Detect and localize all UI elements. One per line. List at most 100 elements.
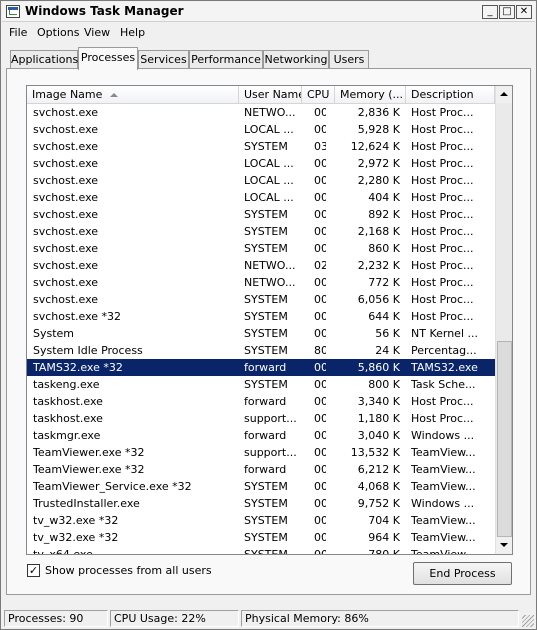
tab-processes[interactable]: Processes bbox=[78, 47, 138, 70]
tab-strip: Applications Processes Services Performa… bbox=[1, 47, 536, 70]
process-row[interactable]: tv_x64.exe SYSTEM 00 780 K TeamView... bbox=[27, 546, 495, 554]
process-row[interactable]: svchost.exe SYSTEM 00 6,056 K Host Proc... bbox=[27, 291, 495, 308]
process-cpu: 00 bbox=[314, 480, 326, 493]
close-button[interactable]: ✕ bbox=[516, 5, 532, 19]
process-description: TeamView... bbox=[411, 531, 476, 544]
process-row[interactable]: svchost.exe LOCAL ... 00 5,928 K Host Proc..… bbox=[27, 121, 495, 138]
scrollbar-thumb[interactable] bbox=[497, 341, 512, 537]
tab-performance[interactable]: Performance bbox=[189, 50, 263, 69]
menu-options[interactable]: Options bbox=[37, 26, 79, 39]
column-header-description[interactable]: Description bbox=[406, 86, 495, 104]
menu-file[interactable]: File bbox=[9, 26, 27, 39]
process-row[interactable]: TeamViewer_Service.exe *32 SYSTEM 00 4,068 … bbox=[27, 478, 495, 495]
process-description: Host Proc... bbox=[411, 293, 474, 306]
process-row[interactable]: svchost.exe SYSTEM 00 860 K Host Proc... bbox=[27, 240, 495, 257]
minimize-button[interactable]: _ bbox=[482, 5, 498, 19]
process-row[interactable]: svchost.exe SYSTEM 00 2,168 K Host Proc... bbox=[27, 223, 495, 240]
process-memory: 704 K bbox=[368, 514, 400, 527]
process-memory: 860 K bbox=[368, 242, 400, 255]
process-description: Percentag... bbox=[411, 344, 477, 357]
scroll-up-button[interactable] bbox=[496, 86, 512, 103]
process-image-name: taskhost.exe bbox=[33, 412, 103, 425]
process-memory: 892 K bbox=[368, 208, 400, 221]
process-row[interactable]: TeamViewer.exe *32 forward 00 6,212 K TeamVi… bbox=[27, 461, 495, 478]
process-row[interactable]: tv_w32.exe *32 SYSTEM 00 964 K TeamView... bbox=[27, 529, 495, 546]
tab-applications[interactable]: Applications bbox=[10, 50, 78, 69]
tab-networking[interactable]: Networking bbox=[263, 50, 329, 69]
process-cpu: 00 bbox=[314, 412, 326, 425]
process-user-name: SYSTEM bbox=[244, 344, 288, 357]
process-cpu: 00 bbox=[314, 123, 326, 136]
resize-grip-icon[interactable] bbox=[522, 615, 534, 627]
process-row[interactable]: svchost.exe NETWO... 00 772 K Host Proc... bbox=[27, 274, 495, 291]
status-cpu-usage: CPU Usage: 22% bbox=[110, 610, 239, 627]
process-image-name: svchost.exe bbox=[33, 123, 99, 136]
process-row[interactable]: tv_w32.exe *32 SYSTEM 00 704 K TeamView... bbox=[27, 512, 495, 529]
process-description: TeamView... bbox=[411, 480, 476, 493]
process-row[interactable]: svchost.exe *32 SYSTEM 00 644 K Host Proc... bbox=[27, 308, 495, 325]
tab-services[interactable]: Services bbox=[138, 50, 189, 69]
vertical-scrollbar[interactable] bbox=[495, 86, 512, 554]
scroll-down-button[interactable] bbox=[496, 537, 512, 554]
process-row[interactable]: System SYSTEM 00 56 K NT Kernel ... bbox=[27, 325, 495, 342]
process-description: Host Proc... bbox=[411, 208, 474, 221]
process-row[interactable]: svchost.exe LOCAL ... 00 404 K Host Proc... bbox=[27, 189, 495, 206]
process-memory: 404 K bbox=[368, 191, 400, 204]
process-memory: 9,752 K bbox=[357, 497, 400, 510]
process-user-name: LOCAL ... bbox=[244, 123, 294, 136]
process-cpu: 00 bbox=[314, 446, 326, 459]
process-image-name: taskeng.exe bbox=[33, 378, 100, 391]
column-header-image-name[interactable]: Image Name bbox=[27, 86, 239, 104]
process-description: Host Proc... bbox=[411, 140, 474, 153]
process-user-name: LOCAL ... bbox=[244, 157, 294, 170]
process-row[interactable]: svchost.exe LOCAL ... 00 2,972 K Host Proc..… bbox=[27, 155, 495, 172]
scroll-up-arrow-icon bbox=[500, 92, 508, 96]
process-row[interactable]: svchost.exe NETWO... 00 2,836 K Host Proc... bbox=[27, 104, 495, 121]
process-list[interactable]: Image Name User Name CPU Memory (... Des… bbox=[26, 85, 513, 555]
process-row[interactable]: svchost.exe SYSTEM 00 892 K Host Proc... bbox=[27, 206, 495, 223]
column-header-memory[interactable]: Memory (... bbox=[335, 86, 406, 104]
title-bar[interactable]: Windows Task Manager _ □ ✕ bbox=[2, 2, 535, 22]
process-user-name: SYSTEM bbox=[244, 497, 288, 510]
process-description: Host Proc... bbox=[411, 225, 474, 238]
process-description: Host Proc... bbox=[411, 174, 474, 187]
menu-help[interactable]: Help bbox=[120, 26, 145, 39]
process-cpu: 00 bbox=[314, 463, 326, 476]
process-memory: 2,280 K bbox=[357, 174, 400, 187]
process-image-name: System Idle Process bbox=[33, 344, 143, 357]
process-cpu: 00 bbox=[314, 242, 326, 255]
process-row[interactable]: taskhost.exe forward 00 3,340 K Host Proc... bbox=[27, 393, 495, 410]
process-user-name: SYSTEM bbox=[244, 208, 288, 221]
maximize-button[interactable]: □ bbox=[499, 5, 515, 19]
process-memory: 5,860 K bbox=[357, 361, 400, 374]
process-row[interactable]: svchost.exe LOCAL ... 00 2,280 K Host Proc..… bbox=[27, 172, 495, 189]
process-cpu: 00 bbox=[314, 174, 326, 187]
process-row[interactable]: TrustedInstaller.exe SYSTEM 00 9,752 K Windo… bbox=[27, 495, 495, 512]
process-image-name: TeamViewer_Service.exe *32 bbox=[33, 480, 192, 493]
task-manager-app-icon bbox=[6, 5, 20, 18]
column-header-cpu[interactable]: CPU bbox=[302, 86, 335, 104]
menu-view[interactable]: View bbox=[84, 26, 110, 39]
process-row[interactable]: TAMS32.exe *32 forward 00 5,860 K TAMS32.exe bbox=[27, 359, 495, 376]
tab-users[interactable]: Users bbox=[329, 50, 369, 69]
column-header-row: Image Name User Name CPU Memory (... Des… bbox=[27, 86, 495, 104]
process-row[interactable]: taskmgr.exe forward 00 3,040 K Windows ... bbox=[27, 427, 495, 444]
process-description: Windows ... bbox=[411, 429, 475, 442]
process-description: Host Proc... bbox=[411, 310, 474, 323]
process-memory: 772 K bbox=[368, 276, 400, 289]
task-manager-window: Windows Task Manager _ □ ✕ File Options … bbox=[0, 0, 537, 630]
process-cpu: 00 bbox=[314, 225, 326, 238]
process-memory: 2,972 K bbox=[357, 157, 400, 170]
process-row[interactable]: svchost.exe SYSTEM 03 12,624 K Host Proc... bbox=[27, 138, 495, 155]
process-row[interactable]: System Idle Process SYSTEM 80 24 K Percentag… bbox=[27, 342, 495, 359]
process-description: Host Proc... bbox=[411, 157, 474, 170]
show-all-users-checkbox[interactable]: ✓ bbox=[27, 564, 40, 577]
process-description: Task Sche... bbox=[411, 378, 476, 391]
process-cpu: 00 bbox=[314, 395, 326, 408]
process-row[interactable]: taskeng.exe SYSTEM 00 800 K Task Sche... bbox=[27, 376, 495, 393]
process-row[interactable]: TeamViewer.exe *32 support... 00 13,532 K Te… bbox=[27, 444, 495, 461]
process-row[interactable]: svchost.exe NETWO... 02 2,232 K Host Proc... bbox=[27, 257, 495, 274]
column-header-user-name[interactable]: User Name bbox=[239, 86, 302, 104]
process-row[interactable]: taskhost.exe support... 00 1,180 K Host Proc… bbox=[27, 410, 495, 427]
end-process-button[interactable]: End Process bbox=[413, 562, 512, 585]
